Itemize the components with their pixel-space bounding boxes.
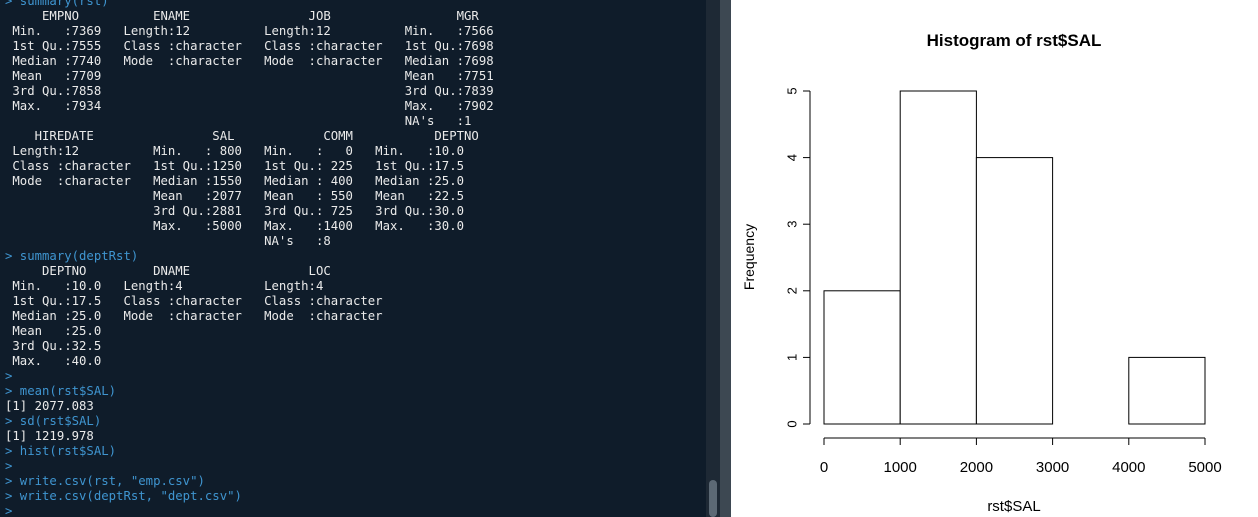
console-output-line: Mean :25.0 [5,324,102,338]
histogram-bar [975,157,1054,425]
console-output-line: 1st Qu.:7555 Class :character Class :cha… [5,39,494,53]
histogram-bar [1128,356,1206,425]
y-tick-label: 5 [785,87,800,94]
console-scrollbar[interactable] [706,0,720,517]
console-command-line: > summary(rst) [5,0,109,8]
console-output-line: Median :25.0 Mode :character Mode :chara… [5,309,383,323]
y-tick-label: 1 [785,354,800,361]
x-tick-label: 0 [820,459,828,476]
y-axis-label: Frequency [741,224,757,290]
console-command-line: > sd(rst$SAL) [5,414,102,428]
histogram-plot: Histogram of rst$SAL 0 1000 2000 3000 4000 500… [741,31,1222,515]
y-tick-label: 3 [785,221,800,228]
console-output-line: Mode :character Median :1550 Median : 40… [5,174,465,188]
console-output-line: [1] 1219.978 [5,429,94,443]
plot-pane: Histogram of rst$SAL 0 1000 2000 3000 4000 500… [731,0,1258,517]
console-output-line: Median :7740 Mode :character Mode :chara… [5,54,494,68]
histogram-bar [899,90,977,425]
console-output-line: EMPNO ENAME JOB MGR [5,9,479,23]
console-output: > summary(rst) EMPNO ENAME JOB MGR Min. … [5,0,494,517]
x-tick-label: 1000 [884,459,917,476]
y-tick-label: 2 [785,287,800,294]
console-output-line: Length:12 Min. : 800 Min. : 0 Min. :10.0 [5,144,465,158]
console-output-line: Mean :2077 Mean : 550 Mean :22.5 [5,189,465,203]
console-output-line: Min. :10.0 Length:4 Length:4 [5,279,324,293]
x-tick-label: 5000 [1188,459,1221,476]
console-scroll-thumb[interactable] [709,480,717,517]
console-output-line: 3rd Qu.:2881 3rd Qu.: 725 3rd Qu.:30.0 [5,204,465,218]
chart-title: Histogram of rst$SAL [927,31,1102,50]
console-output-line: Max. :40.0 [5,354,102,368]
y-tick-label: 0 [785,420,800,427]
console-command-line: > [5,459,13,473]
console-output-line: Min. :7369 Length:12 Length:12 Min. :756… [5,24,494,38]
console-command-line: > [5,504,20,517]
console-output-line: [1] 2077.083 [5,399,94,413]
histogram-bar [823,290,901,425]
console-output-line: 3rd Qu.:7858 3rd Qu.:7839 [5,84,494,98]
console-output-line: HIREDATE SAL COMM DEPTNO [5,129,479,143]
x-axis-label: rst$SAL [987,498,1040,515]
console-command-line: > write.csv(rst, "emp.csv") [5,474,205,488]
console-command-line: > summary(deptRst) [5,249,139,263]
console-output-line: NA's :8 [5,234,331,248]
console-command-line: > [5,369,13,383]
console-output-line: Mean :7709 Mean :7751 [5,69,494,83]
x-tick-label: 4000 [1112,459,1145,476]
y-tick-label: 4 [785,154,800,161]
console-output-line: Max. :7934 Max. :7902 [5,99,494,113]
x-tick-label: 3000 [1036,459,1069,476]
pane-splitter[interactable] [720,0,731,517]
r-console-pane[interactable]: > summary(rst) EMPNO ENAME JOB MGR Min. … [0,0,706,517]
console-command-line: > mean(rst$SAL) [5,384,117,398]
console-output-line: Class :character 1st Qu.:1250 1st Qu.: 2… [5,159,465,173]
console-output-line: Max. :5000 Max. :1400 Max. :30.0 [5,219,465,233]
console-output-line: 1st Qu.:17.5 Class :character Class :cha… [5,294,383,308]
console-output-line: DEPTNO DNAME LOC [5,264,331,278]
console-output-line: 3rd Qu.:32.5 [5,339,102,353]
console-command-line: > write.csv(deptRst, "dept.csv") [5,489,242,503]
console-output-line: NA's :1 [5,114,472,128]
x-tick-label: 2000 [960,459,993,476]
console-command-line: > hist(rst$SAL) [5,444,117,458]
